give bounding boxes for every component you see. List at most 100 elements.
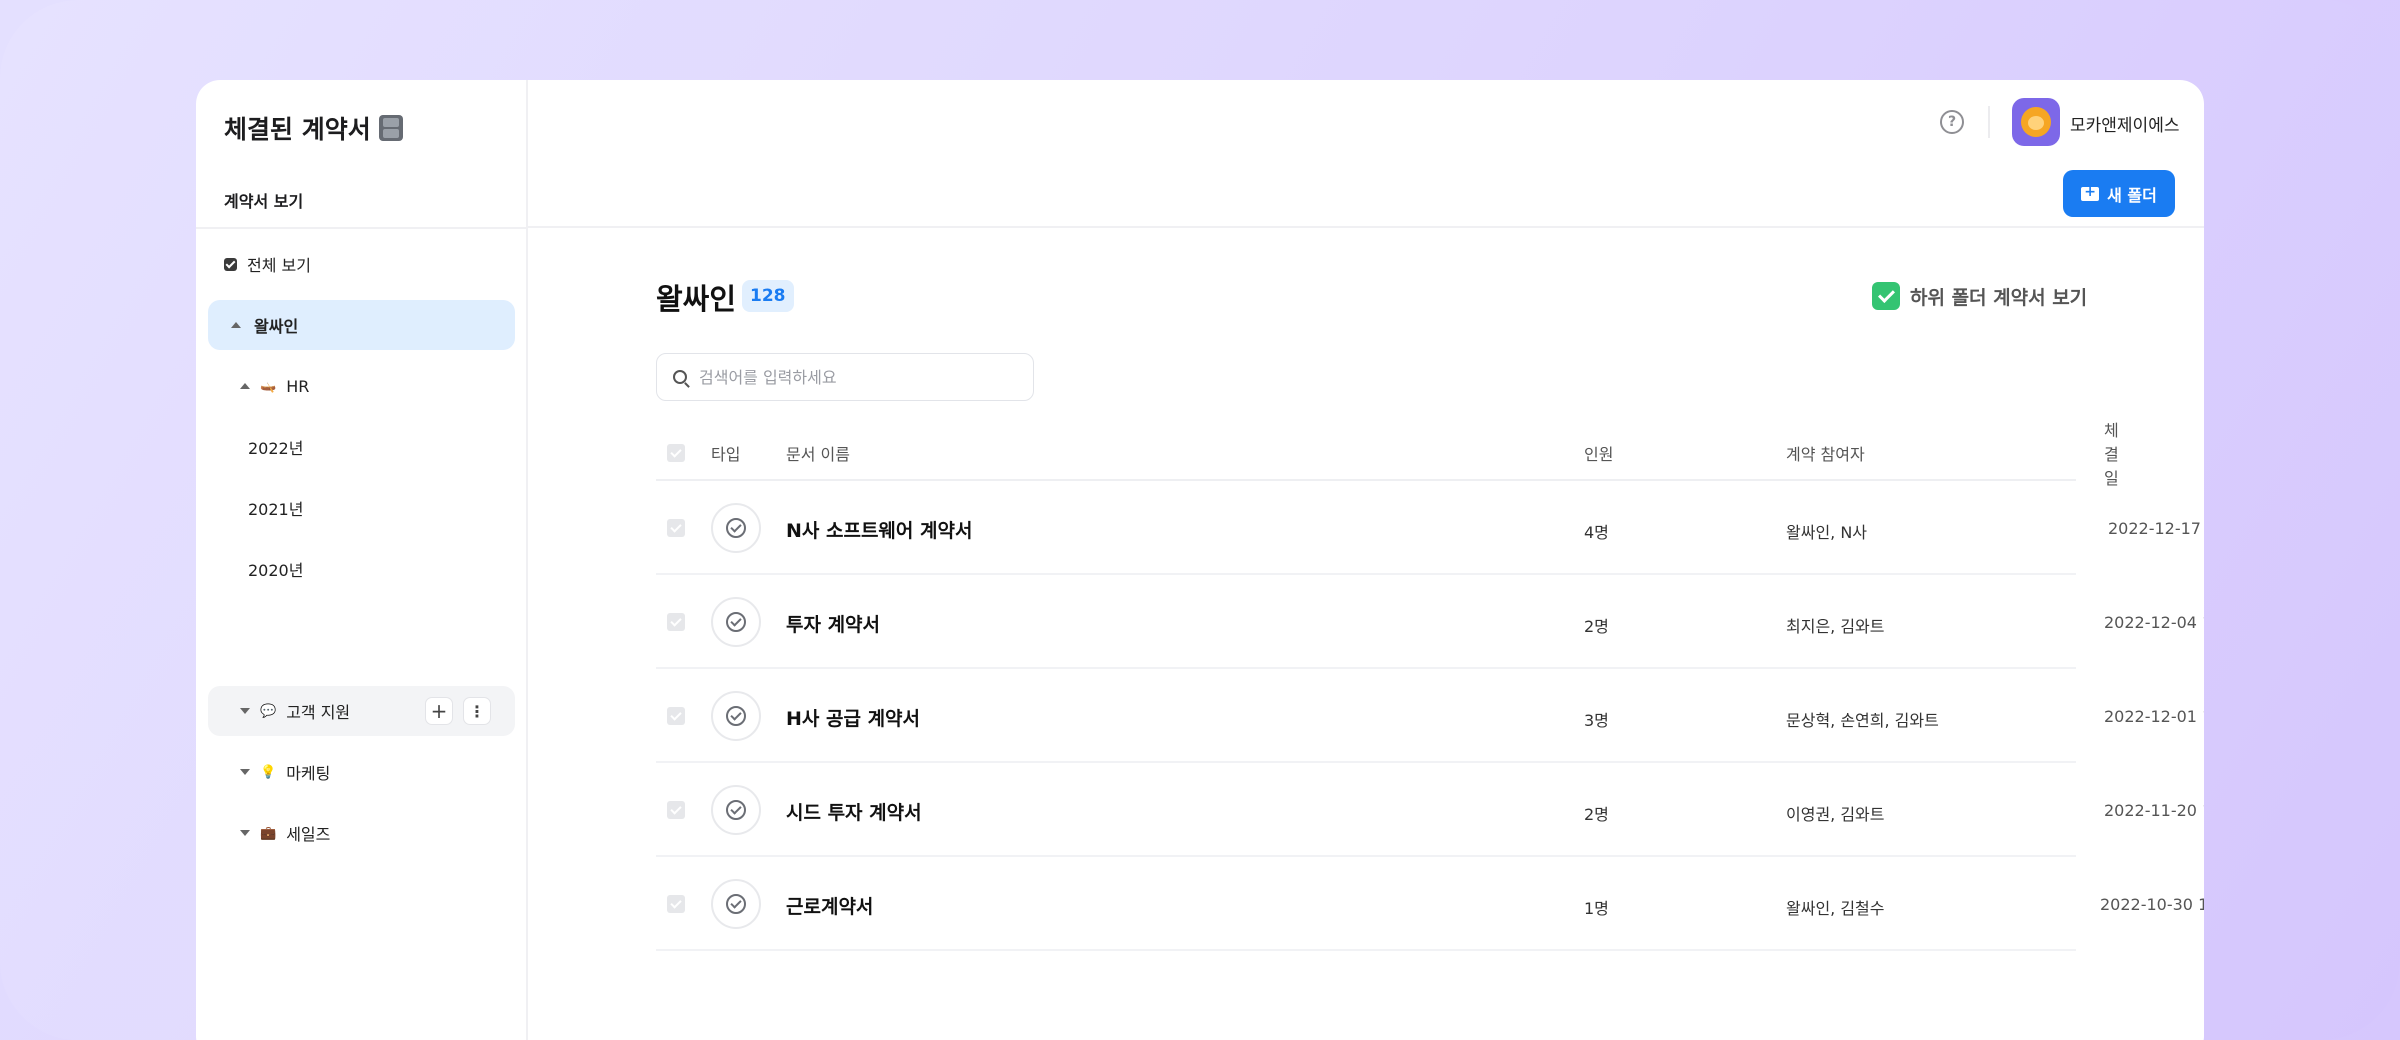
type-badge	[711, 691, 761, 741]
caret-up-icon	[231, 322, 241, 328]
select-all-checkbox[interactable]	[667, 444, 685, 462]
sidebar-item-hr[interactable]: 🛶 HR	[208, 361, 515, 411]
sidebar-item-marketing[interactable]: 💡 마케팅	[208, 747, 515, 797]
add-subfolder-button[interactable]: +	[425, 697, 453, 725]
people-count: 4명	[1584, 523, 1609, 542]
check-circle-icon	[726, 706, 746, 726]
type-badge	[711, 503, 761, 553]
app-title: 체결된 계약서	[224, 110, 403, 146]
search-box[interactable]	[656, 353, 1034, 401]
sidebar-item-label: 왈싸인	[254, 317, 299, 336]
plus-icon: +	[430, 699, 448, 723]
check-circle-icon	[726, 612, 746, 632]
sidebar-divider	[196, 227, 526, 229]
people-count: 3명	[1584, 711, 1609, 730]
participants: 최지은, 김와트	[1786, 617, 1885, 636]
column-header-doc-name[interactable]: 문서 이름	[786, 428, 850, 478]
folder-plus-icon	[2081, 184, 2100, 201]
sidebar-item-all[interactable]: 전체 보기	[208, 239, 515, 289]
type-badge	[711, 597, 761, 647]
search-input[interactable]	[699, 367, 999, 387]
column-header-people[interactable]: 인원	[1584, 428, 1613, 478]
briefcase-icon: 💼	[260, 825, 277, 841]
sidebar-item-2020[interactable]: 2020년	[208, 544, 515, 594]
sidebar-item-2022[interactable]: 2022년	[208, 422, 515, 472]
subfolder-toggle[interactable]: 하위 폴더 계약서 보기	[1872, 282, 2087, 310]
type-badge	[711, 879, 761, 929]
participants: 문상혁, 손연희, 김와트	[1786, 711, 1939, 730]
participants: 왈싸인, 김철수	[1786, 899, 1885, 918]
kebab-menu-icon: ⋮	[469, 701, 485, 721]
column-header-type: 타입	[711, 445, 741, 464]
checkbox-checked-icon[interactable]	[1872, 282, 1900, 310]
people-count: 2명	[1584, 805, 1609, 824]
doc-name[interactable]: 근로계약서	[786, 892, 873, 919]
check-circle-icon	[726, 518, 746, 538]
caret-up-icon	[240, 383, 250, 389]
row-checkbox[interactable]	[667, 707, 685, 725]
doc-name[interactable]: 시드 투자 계약서	[786, 798, 922, 825]
header-separator	[1988, 106, 1990, 138]
participants: 이영권, 김와트	[1786, 805, 1885, 824]
table-row[interactable]: N사 소프트웨어 계약서 4명 왈싸인, N사 2022-12-17 14:16	[656, 481, 2204, 575]
participants: 왈싸인, N사	[1786, 523, 1868, 542]
background-frame: 체결된 계약서 계약서 보기 전체 보기 왈싸인 🛶 HR 2022년 2021…	[0, 0, 2400, 1040]
sidebar-item-label: 고객 지원	[286, 703, 351, 722]
sidebar-item-customer-support[interactable]: 💬 고객 지원 + ⋮	[208, 686, 515, 736]
sidebar-item-root-folder[interactable]: 왈싸인	[208, 300, 515, 350]
question-circle-icon[interactable]: ?	[1940, 110, 1964, 134]
table-row[interactable]: 근로계약서 1명 왈싸인, 김철수 2022-10-30 14:32	[656, 857, 2204, 951]
header-divider	[528, 226, 2204, 228]
sidebar-item-2021[interactable]: 2021년	[208, 483, 515, 533]
app-title-text: 체결된 계약서	[224, 115, 371, 144]
page-title: 왈싸인	[656, 282, 737, 316]
row-checkbox[interactable]	[667, 895, 685, 913]
sidebar-item-label: 전체 보기	[247, 256, 311, 275]
sidebar-item-label: 2021년	[248, 500, 304, 519]
signed-date: 2022-10-30 14:32	[2100, 895, 2204, 914]
check-circle-icon	[726, 894, 746, 914]
sidebar-item-label: 2020년	[248, 561, 304, 580]
column-header-signed-date[interactable]: 체결일	[2104, 421, 2119, 488]
count-badge: 128	[742, 280, 794, 312]
table-row[interactable]: 시드 투자 계약서 2명 이영권, 김와트 2022-11-20 16:48	[656, 763, 2204, 857]
type-badge	[711, 785, 761, 835]
checkbox-icon	[224, 257, 237, 271]
new-folder-label: 새 폴더	[2107, 185, 2157, 205]
doc-name[interactable]: H사 공급 계약서	[786, 704, 920, 731]
table-row[interactable]: 투자 계약서 2명 최지은, 김와트 2022-12-04 15:29	[656, 575, 2204, 669]
canoe-icon: 🛶	[260, 378, 277, 394]
avatar-image	[2021, 107, 2051, 137]
sidebar-item-label: 2022년	[248, 439, 304, 458]
sidebar: 체결된 계약서 계약서 보기 전체 보기 왈싸인 🛶 HR 2022년 2021…	[196, 80, 528, 1040]
sidebar-item-label: HR	[286, 376, 310, 396]
help-glyph: ?	[1947, 114, 1957, 130]
people-count: 1명	[1584, 899, 1609, 918]
avatar[interactable]	[2012, 98, 2060, 146]
signed-date: 2022-12-17 14:16	[2108, 519, 2204, 538]
section-label: 계약서 보기	[224, 192, 304, 211]
signed-date: 2022-11-20 16:48	[2104, 801, 2204, 820]
sidebar-item-label: 세일즈	[286, 825, 331, 844]
column-header-participants[interactable]: 계약 참여자	[1786, 428, 1865, 478]
file-cabinet-icon	[378, 115, 403, 141]
caret-down-icon	[240, 830, 250, 836]
row-checkbox[interactable]	[667, 801, 685, 819]
check-circle-icon	[726, 800, 746, 820]
row-checkbox[interactable]	[667, 519, 685, 537]
search-icon	[673, 370, 687, 384]
more-options-button[interactable]: ⋮	[463, 697, 491, 725]
signed-date: 2022-12-01 10:11	[2104, 707, 2204, 726]
table-row[interactable]: H사 공급 계약서 3명 문상혁, 손연희, 김와트 2022-12-01 10…	[656, 669, 2204, 763]
company-name[interactable]: 모카앤제이에스	[2070, 111, 2179, 136]
sidebar-item-sales[interactable]: 💼 세일즈	[208, 808, 515, 858]
new-folder-button[interactable]: 새 폴더	[2063, 170, 2175, 217]
app-window: 체결된 계약서 계약서 보기 전체 보기 왈싸인 🛶 HR 2022년 2021…	[196, 80, 2204, 1040]
subfolder-toggle-label: 하위 폴더 계약서 보기	[1910, 286, 2088, 309]
caret-down-icon	[240, 769, 250, 775]
signed-date: 2022-12-04 15:29	[2104, 613, 2204, 632]
row-checkbox[interactable]	[667, 613, 685, 631]
doc-name[interactable]: N사 소프트웨어 계약서	[786, 516, 972, 543]
people-count: 2명	[1584, 617, 1609, 636]
doc-name[interactable]: 투자 계약서	[786, 610, 880, 637]
